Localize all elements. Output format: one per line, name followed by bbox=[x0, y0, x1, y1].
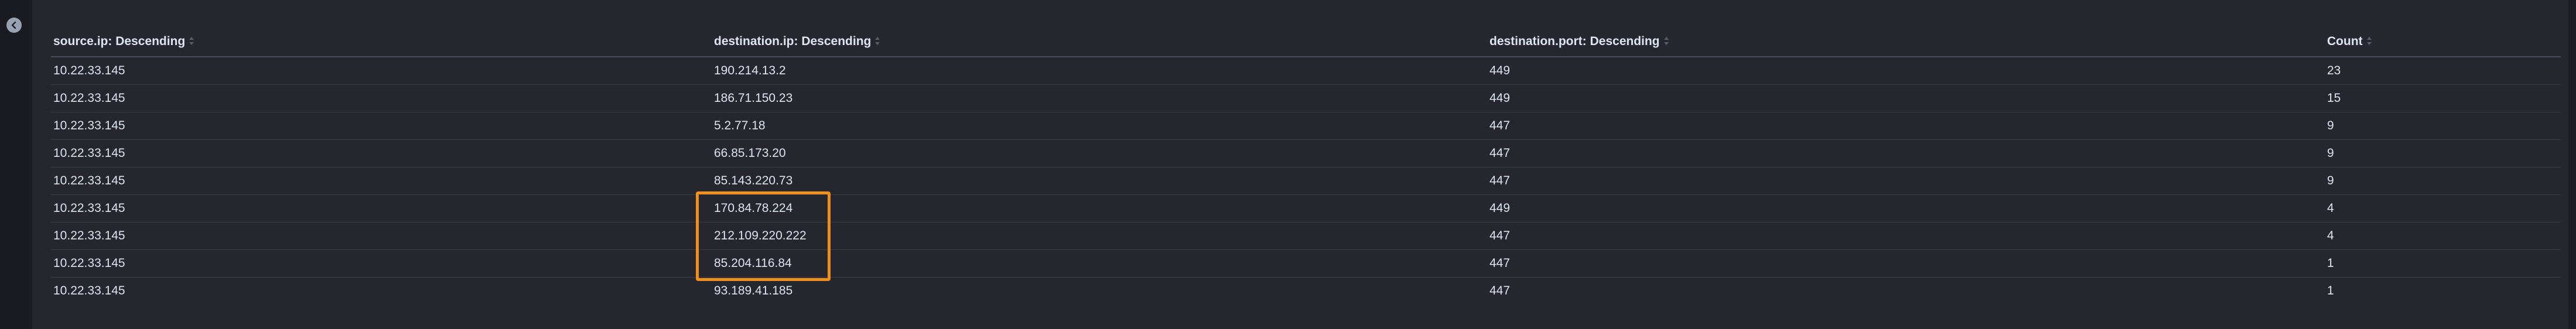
column-header-count[interactable]: Count bbox=[2325, 27, 2561, 57]
left-rail bbox=[0, 0, 29, 329]
table-header-row: source.ip: Descending destination.ip: De… bbox=[51, 27, 2561, 57]
table-row: 10.22.33.145 212.109.220.222 447 4 bbox=[51, 222, 2561, 250]
data-table: source.ip: Descending destination.ip: De… bbox=[51, 27, 2561, 304]
cell-destination-ip: 85.204.116.84 bbox=[712, 249, 1487, 277]
table-row: 10.22.33.145 190.214.13.2 449 23 bbox=[51, 57, 2561, 85]
chevron-left-icon bbox=[11, 21, 16, 29]
cell-source-ip: 10.22.33.145 bbox=[51, 222, 712, 250]
cell-count: 9 bbox=[2325, 139, 2561, 167]
cell-destination-port: 447 bbox=[1487, 112, 2325, 140]
table-row: 10.22.33.145 93.189.41.185 447 1 bbox=[51, 277, 2561, 305]
cell-destination-port: 449 bbox=[1487, 57, 2325, 85]
cell-count: 9 bbox=[2325, 167, 2561, 195]
sort-icon[interactable] bbox=[1663, 36, 1669, 46]
table-row: 10.22.33.145 66.85.173.20 447 9 bbox=[51, 139, 2561, 167]
cell-destination-port: 447 bbox=[1487, 222, 2325, 250]
cell-source-ip: 10.22.33.145 bbox=[51, 167, 712, 195]
cell-destination-ip: 170.84.78.224 bbox=[712, 194, 1487, 222]
table-row: 10.22.33.145 85.143.220.73 447 9 bbox=[51, 167, 2561, 195]
sort-icon[interactable] bbox=[2366, 36, 2372, 46]
data-table-panel: source.ip: Descending destination.ip: De… bbox=[32, 0, 2568, 329]
cell-count: 15 bbox=[2325, 84, 2561, 112]
cell-source-ip: 10.22.33.145 bbox=[51, 57, 712, 85]
cell-destination-ip: 5.2.77.18 bbox=[712, 112, 1487, 140]
column-header-label: destination.port: Descending bbox=[1489, 35, 1660, 48]
cell-source-ip: 10.22.33.145 bbox=[51, 194, 712, 222]
table-row: 10.22.33.145 85.204.116.84 447 1 bbox=[51, 249, 2561, 277]
cell-destination-ip: 186.71.150.23 bbox=[712, 84, 1487, 112]
cell-count: 23 bbox=[2325, 57, 2561, 85]
cell-source-ip: 10.22.33.145 bbox=[51, 249, 712, 277]
cell-count: 1 bbox=[2325, 249, 2561, 277]
sort-icon[interactable] bbox=[874, 36, 880, 46]
column-header-label: destination.ip: Descending bbox=[714, 35, 872, 48]
table-row: 10.22.33.145 5.2.77.18 447 9 bbox=[51, 112, 2561, 140]
column-header-label: Count bbox=[2327, 35, 2363, 48]
cell-destination-port: 447 bbox=[1487, 167, 2325, 195]
table-row: 10.22.33.145 186.71.150.23 449 15 bbox=[51, 84, 2561, 112]
table-row: 10.22.33.145 170.84.78.224 449 4 bbox=[51, 194, 2561, 222]
column-header-source-ip[interactable]: source.ip: Descending bbox=[51, 27, 712, 57]
column-header-label: source.ip: Descending bbox=[53, 35, 186, 48]
cell-count: 9 bbox=[2325, 112, 2561, 140]
cell-source-ip: 10.22.33.145 bbox=[53, 284, 125, 297]
cell-destination-ip: 93.189.41.185 bbox=[714, 284, 793, 297]
cell-count: 4 bbox=[2325, 222, 2561, 250]
cell-count: 1 bbox=[2327, 284, 2334, 297]
cell-source-ip: 10.22.33.145 bbox=[51, 139, 712, 167]
cell-destination-ip: 190.214.13.2 bbox=[712, 57, 1487, 85]
cell-destination-port: 449 bbox=[1487, 84, 2325, 112]
cell-count: 4 bbox=[2325, 194, 2561, 222]
cell-destination-ip: 66.85.173.20 bbox=[712, 139, 1487, 167]
cell-destination-port: 447 bbox=[1489, 284, 1511, 297]
cell-source-ip: 10.22.33.145 bbox=[51, 112, 712, 140]
cell-destination-port: 447 bbox=[1487, 249, 2325, 277]
page: source.ip: Descending destination.ip: De… bbox=[0, 0, 2576, 329]
column-header-destination-port[interactable]: destination.port: Descending bbox=[1487, 27, 2325, 57]
collapse-sidebar-button[interactable] bbox=[6, 18, 22, 33]
cell-source-ip: 10.22.33.145 bbox=[51, 84, 712, 112]
sort-icon[interactable] bbox=[189, 36, 194, 46]
column-header-destination-ip[interactable]: destination.ip: Descending bbox=[712, 27, 1487, 57]
cell-destination-port: 449 bbox=[1487, 194, 2325, 222]
cell-destination-port: 447 bbox=[1487, 139, 2325, 167]
cell-destination-ip: 212.109.220.222 bbox=[712, 222, 1487, 250]
cell-destination-ip: 85.143.220.73 bbox=[712, 167, 1487, 195]
